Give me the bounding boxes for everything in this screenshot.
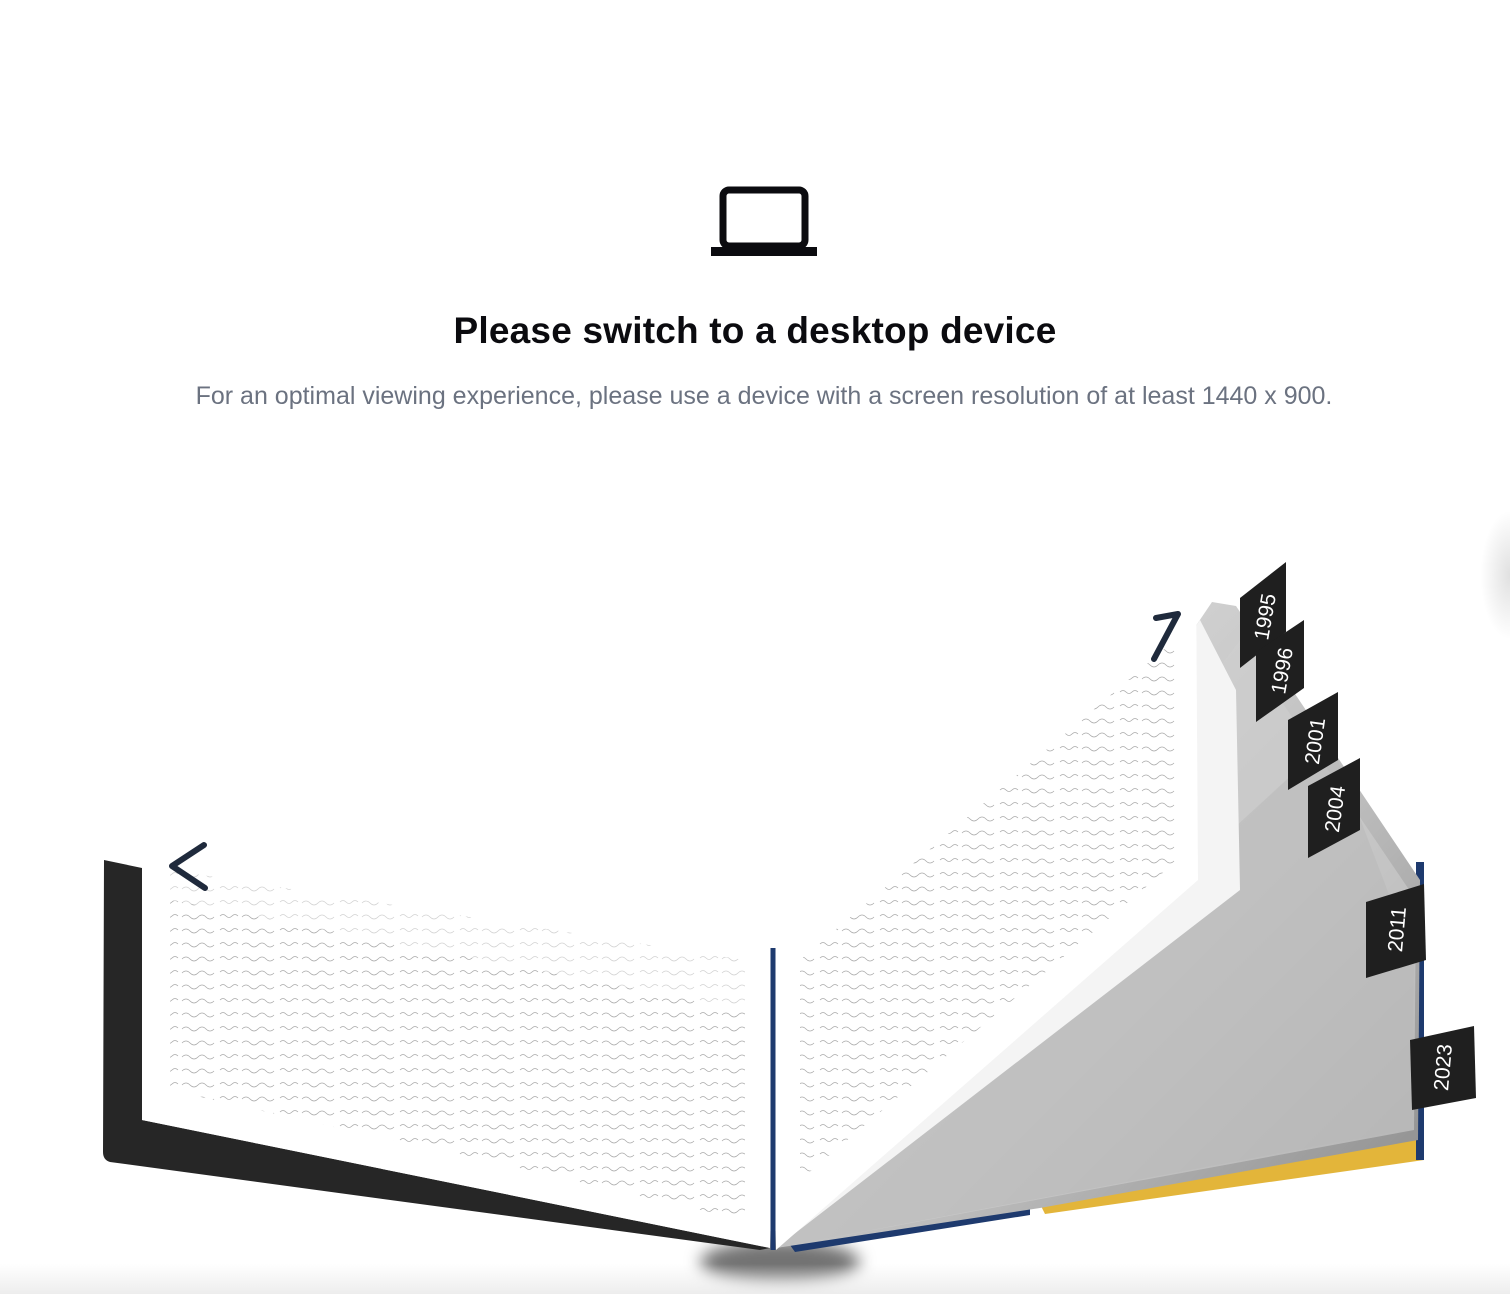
svg-text:2011: 2011 — [1384, 906, 1411, 953]
timeline-book: 1995 1996 2001 2004 2011 2023 — [0, 540, 1510, 1294]
page-message: For an optimal viewing experience, pleas… — [195, 382, 1333, 410]
bottom-fade — [0, 1264, 1510, 1294]
page-title: Please switch to a desktop device — [453, 310, 1057, 351]
mobile-notice-page: Please switch to a desktop device For an… — [0, 0, 1510, 1294]
year-tab[interactable]: 2023 — [1410, 1026, 1476, 1110]
edge-shadow — [1480, 510, 1510, 640]
svg-text:2023: 2023 — [1430, 1043, 1457, 1092]
laptop-icon — [711, 186, 817, 256]
